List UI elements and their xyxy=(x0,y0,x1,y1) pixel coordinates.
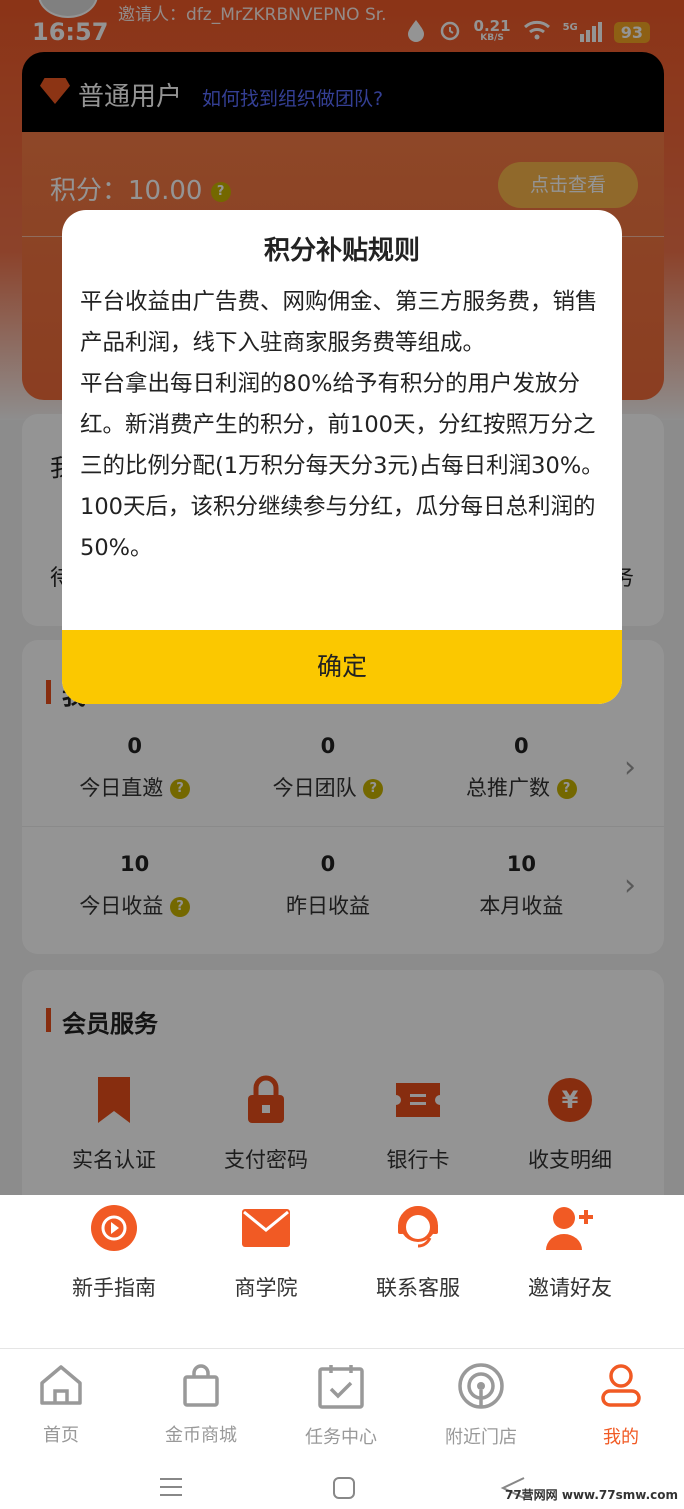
task-icon xyxy=(286,1363,396,1413)
home-button-icon[interactable] xyxy=(332,1476,356,1504)
dialog-title: 积分补贴规则 xyxy=(263,236,420,266)
watermark: 77营网网 www.77smw.com xyxy=(504,1488,678,1502)
support-agent-icon xyxy=(342,1200,494,1256)
add-user-icon xyxy=(494,1200,646,1256)
service-label: 联系客服 xyxy=(376,1276,460,1300)
tab-coin-mall[interactable]: 金币商城 xyxy=(146,1363,256,1447)
tab-nearby-stores[interactable]: 附近门店 xyxy=(426,1363,536,1449)
tab-label: 首页 xyxy=(43,1425,79,1446)
play-icon xyxy=(38,1200,190,1256)
mail-icon xyxy=(190,1200,342,1256)
points-rule-dialog: 积分补贴规则 平台收益由广告费、网购佣金、第三方服务费，销售产品利润，线下入驻商… xyxy=(62,210,622,704)
bottom-tab-bar: 首页 金币商城 任务中心 附近门店 我的 xyxy=(0,1348,684,1448)
tab-label: 我的 xyxy=(603,1427,639,1448)
service-contact-support[interactable]: 联系客服 xyxy=(342,1200,494,1302)
dialog-body: 平台收益由广告费、网购佣金、第三方服务费，销售产品利润，线下入驻商家服务费等组成… xyxy=(80,282,604,569)
tab-mine[interactable]: 我的 xyxy=(566,1363,676,1449)
service-label: 邀请好友 xyxy=(528,1276,612,1300)
menu-icon[interactable] xyxy=(158,1476,184,1502)
service-row-2: 新手指南 商学院 联系客服 邀请好友 xyxy=(38,1200,646,1302)
dialog-paragraph: 平台收益由广告费、网购佣金、第三方服务费，销售产品利润，线下入驻商家服务费等组成… xyxy=(80,289,598,356)
service-label: 商学院 xyxy=(234,1276,298,1300)
location-icon xyxy=(426,1363,536,1413)
tab-task-center[interactable]: 任务中心 xyxy=(286,1363,396,1449)
user-icon xyxy=(566,1363,676,1413)
service-beginner-guide[interactable]: 新手指南 xyxy=(38,1200,190,1302)
confirm-button[interactable]: 确定 xyxy=(62,630,622,704)
tab-home[interactable]: 首页 xyxy=(6,1363,116,1447)
tab-label: 附近门店 xyxy=(445,1427,517,1448)
shopping-bag-icon xyxy=(146,1363,256,1411)
home-icon xyxy=(6,1363,116,1411)
service-invite-friends[interactable]: 邀请好友 xyxy=(494,1200,646,1302)
tab-label: 任务中心 xyxy=(305,1427,377,1448)
dialog-paragraph: 平台拿出每日利润的80%给予有积分的用户发放分红。新消费产生的积分，前100天，… xyxy=(80,371,604,561)
service-label: 新手指南 xyxy=(72,1276,156,1300)
service-business-school[interactable]: 商学院 xyxy=(190,1200,342,1302)
tab-label: 金币商城 xyxy=(165,1425,237,1446)
